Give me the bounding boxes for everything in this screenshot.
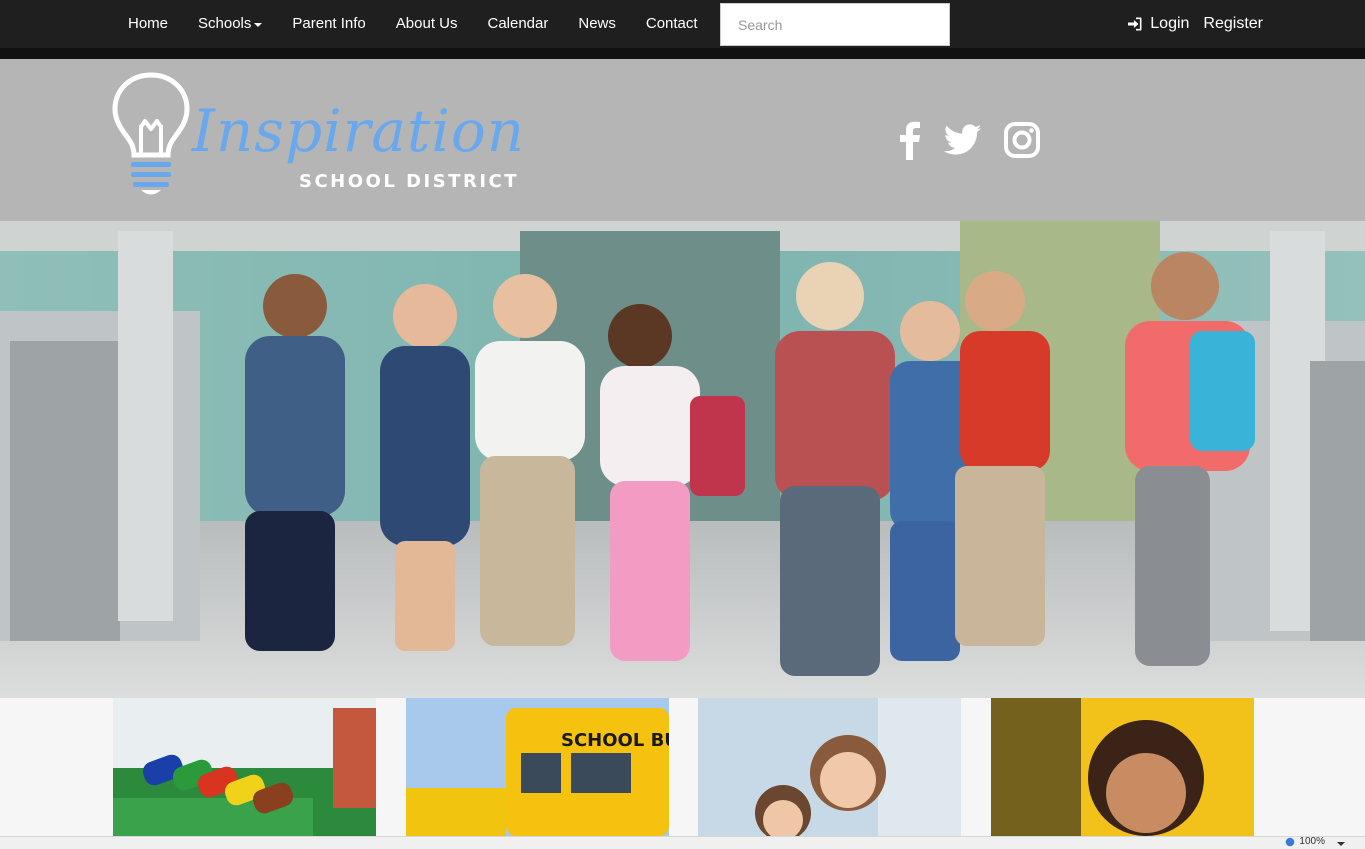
svg-text:SCHOOL BUS: SCHOOL BUS [561,730,669,751]
register-label: Register [1203,15,1263,32]
logo-subtitle: SCHOOL DISTRICT [299,171,520,192]
social-links [896,119,1062,161]
card-student-bus[interactable] [991,698,1254,836]
nav-calendar-link[interactable]: Calendar [472,0,563,48]
top-navbar: Home Schools Parent Info About Us Calend… [0,0,1365,48]
nav-contact-label: Contact [645,15,698,32]
nav-news-label: News [578,15,616,32]
search-input[interactable] [720,3,950,46]
zoom-globe-icon [1286,837,1295,846]
site-header: Inspiration SCHOOL DISTRICT [0,59,1365,221]
account-links: Login Register [1113,0,1263,48]
main-nav: Home Schools Parent Info About Us Calend… [113,0,713,48]
login-link[interactable]: Login [1113,0,1189,48]
browser-status-bar: 100% [0,836,1365,849]
sign-in-icon [1128,17,1142,31]
nav-parent-info-link[interactable]: Parent Info [277,0,380,48]
district-logo[interactable]: Inspiration SCHOOL DISTRICT [108,69,524,204]
card-teacher-student[interactable] [698,698,961,836]
logo-script-text: Inspiration [192,97,526,165]
nav-contact-link[interactable]: Contact [631,0,713,48]
facebook-icon[interactable] [896,120,922,160]
nav-about-us-link[interactable]: About Us [381,0,473,48]
hero-image-children-running [0,221,1365,698]
nav-about-us-label: About Us [395,15,458,32]
navbar-shadow [0,48,1365,59]
nav-schools-label: Schools [198,15,252,32]
nav-calendar-label: Calendar [487,15,549,32]
caret-down-icon [254,23,263,27]
zoom-dropdown-icon[interactable] [1337,842,1345,846]
nav-home-label: Home [128,15,169,32]
lightbulb-icon [112,72,190,195]
feature-cards: SCHOOL BUS [0,698,1365,838]
register-link[interactable]: Register [1189,0,1263,48]
login-label: Login [1150,15,1190,32]
card-school-bus[interactable]: SCHOOL BUS [406,698,669,836]
card-school-supplies[interactable] [113,698,376,836]
nav-news-link[interactable]: News [563,0,631,48]
instagram-icon[interactable] [1004,122,1040,158]
nav-schools-dropdown[interactable]: Schools [183,0,277,48]
twitter-icon[interactable] [944,124,982,156]
nav-home-link[interactable]: Home [113,0,183,48]
zoom-level: 100% [1299,836,1325,847]
nav-parent-info-label: Parent Info [292,15,366,32]
zoom-control[interactable]: 100% [1285,836,1325,847]
